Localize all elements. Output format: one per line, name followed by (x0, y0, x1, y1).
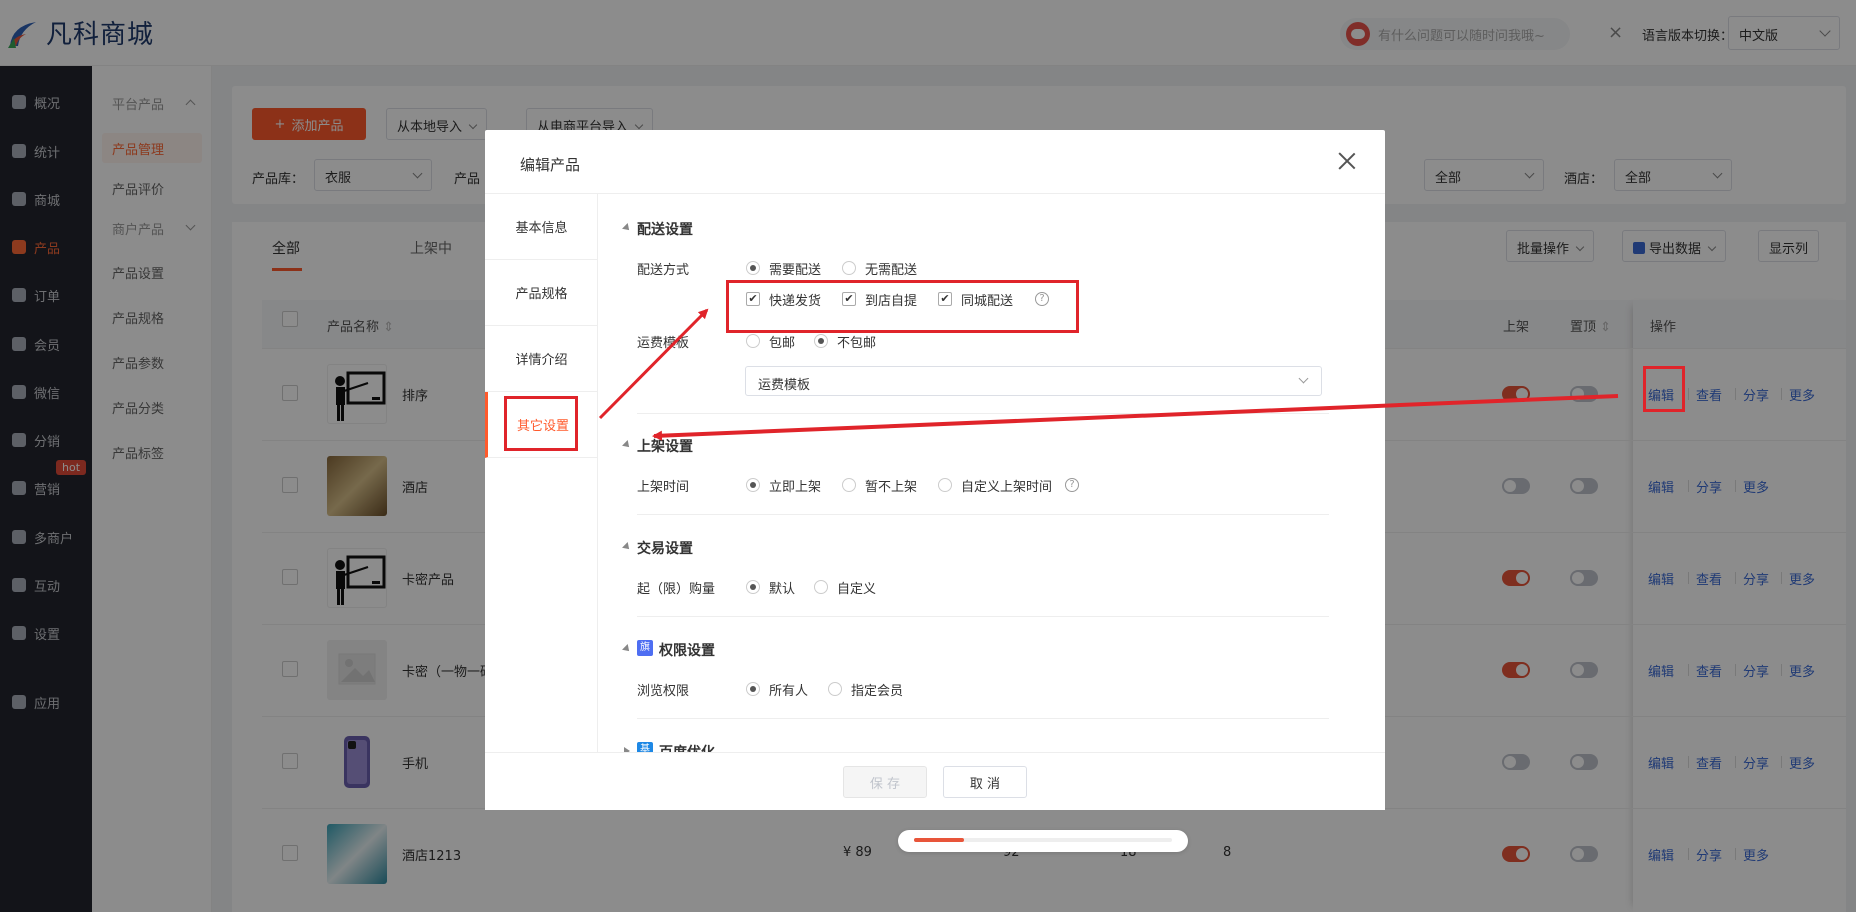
arrow-other-settings-to-delivery (598, 308, 709, 420)
arrow-edit-to-other-settings (652, 394, 1619, 441)
annotation-arrows (598, 308, 1619, 441)
